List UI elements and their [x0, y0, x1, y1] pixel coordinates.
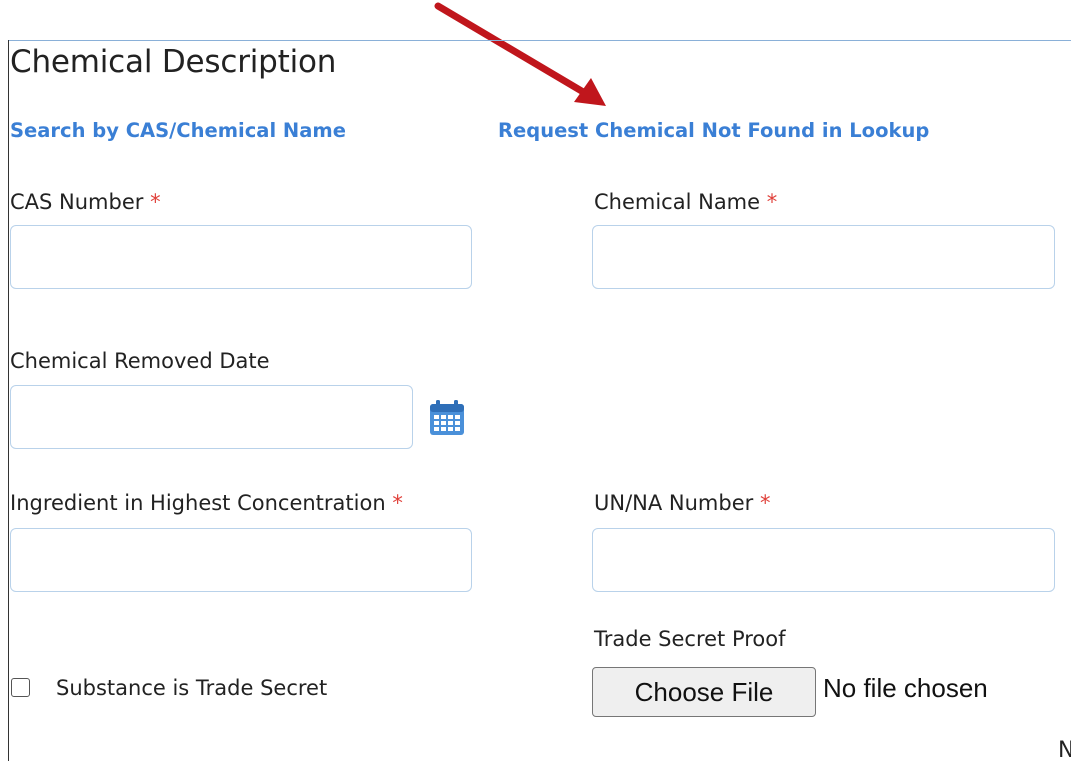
calendar-icon[interactable]	[428, 399, 466, 437]
required-marker: *	[392, 491, 403, 515]
un-na-number-label: UN/NA Number *	[594, 491, 770, 515]
panel-left-border	[8, 40, 9, 761]
search-by-cas-link[interactable]: Search by CAS/Chemical Name	[10, 119, 346, 142]
trade-secret-checkbox[interactable]	[11, 678, 30, 697]
un-na-number-label-text: UN/NA Number	[594, 491, 754, 515]
required-marker: *	[759, 491, 771, 515]
removed-date-label: Chemical Removed Date	[10, 349, 270, 373]
un-na-number-input[interactable]	[592, 528, 1055, 592]
ingredient-label: Ingredient in Highest Concentration *	[10, 491, 403, 515]
panel-top-border	[8, 40, 1071, 41]
cas-number-label-text: CAS Number	[10, 190, 144, 214]
removed-date-input[interactable]	[10, 385, 413, 449]
ingredient-input[interactable]	[10, 528, 472, 592]
chemical-name-label: Chemical Name *	[594, 190, 777, 214]
chemical-name-input[interactable]	[592, 225, 1055, 289]
section-title: Chemical Description	[10, 44, 337, 80]
trade-secret-proof-label: Trade Secret Proof	[594, 627, 786, 651]
trade-secret-checkbox-label: Substance is Trade Secret	[56, 676, 328, 700]
request-chemical-link[interactable]: Request Chemical Not Found in Lookup	[498, 119, 929, 142]
cas-number-input[interactable]	[10, 225, 472, 289]
file-status-text: No file chosen	[823, 673, 988, 703]
clipped-text: N	[1058, 738, 1071, 761]
required-marker: *	[150, 190, 161, 214]
chemical-name-label-text: Chemical Name	[594, 190, 761, 214]
cas-number-label: CAS Number *	[10, 190, 161, 214]
choose-file-button[interactable]: Choose File	[592, 667, 816, 717]
ingredient-label-text: Ingredient in Highest Concentration	[10, 491, 386, 515]
required-marker: *	[766, 190, 778, 214]
